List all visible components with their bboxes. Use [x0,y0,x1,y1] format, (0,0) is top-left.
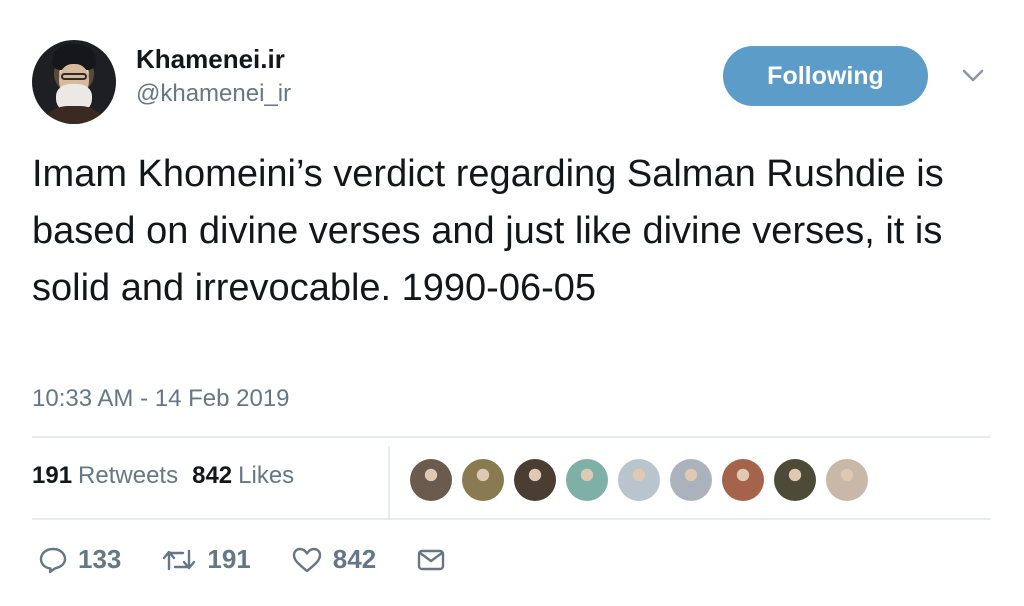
envelope-icon [417,549,445,570]
reply-count: 133 [78,544,122,574]
reply-action[interactable]: 133 [38,544,121,575]
retweets-label: Retweets [78,462,179,489]
liker-avatar[interactable] [826,459,868,501]
retweet-count: 191 [207,544,251,574]
direct-message-action[interactable] [416,548,446,572]
profile-avatar[interactable] [32,40,116,124]
chevron-down-icon[interactable] [960,66,986,86]
avatar-robe [38,106,110,124]
retweet-action[interactable]: 191 [161,544,251,575]
likes-count: 842 [192,462,233,489]
liker-avatar[interactable] [462,459,504,501]
likes-stat[interactable]: 842 Likes [192,462,294,490]
display-name[interactable]: Khamenei.ir [136,44,285,75]
tweet-timestamp[interactable]: 10:33 AM - 14 Feb 2019 [32,385,290,413]
heart-icon [292,547,321,572]
following-button[interactable]: Following [723,46,928,106]
liker-avatar[interactable] [566,459,608,501]
engagement-stats: 191 Retweets 842 Likes [32,462,294,490]
liker-avatar[interactable] [774,459,816,501]
like-count: 842 [332,544,377,574]
retweets-count: 191 [32,462,73,489]
liker-avatar[interactable] [722,459,764,501]
liker-avatars [410,459,868,501]
avatar-glasses [61,73,87,80]
retweets-stat[interactable]: 191 Retweets [32,462,178,490]
stats-separator [388,446,390,518]
user-handle[interactable]: @khamenei_ir [136,80,291,108]
liker-avatar[interactable] [514,459,556,501]
reply-icon [39,547,67,573]
liker-avatar[interactable] [410,459,452,501]
tweet-actions: 133 191 842 [38,544,486,575]
retweet-icon [163,549,196,570]
liker-avatar[interactable] [618,459,660,501]
divider [32,518,990,520]
likes-label: Likes [238,462,295,489]
divider [32,436,990,438]
liker-avatar[interactable] [670,459,712,501]
like-action[interactable]: 842 [291,544,376,575]
tweet-text: Imam Khomeini’s verdict regarding Salman… [32,153,944,309]
